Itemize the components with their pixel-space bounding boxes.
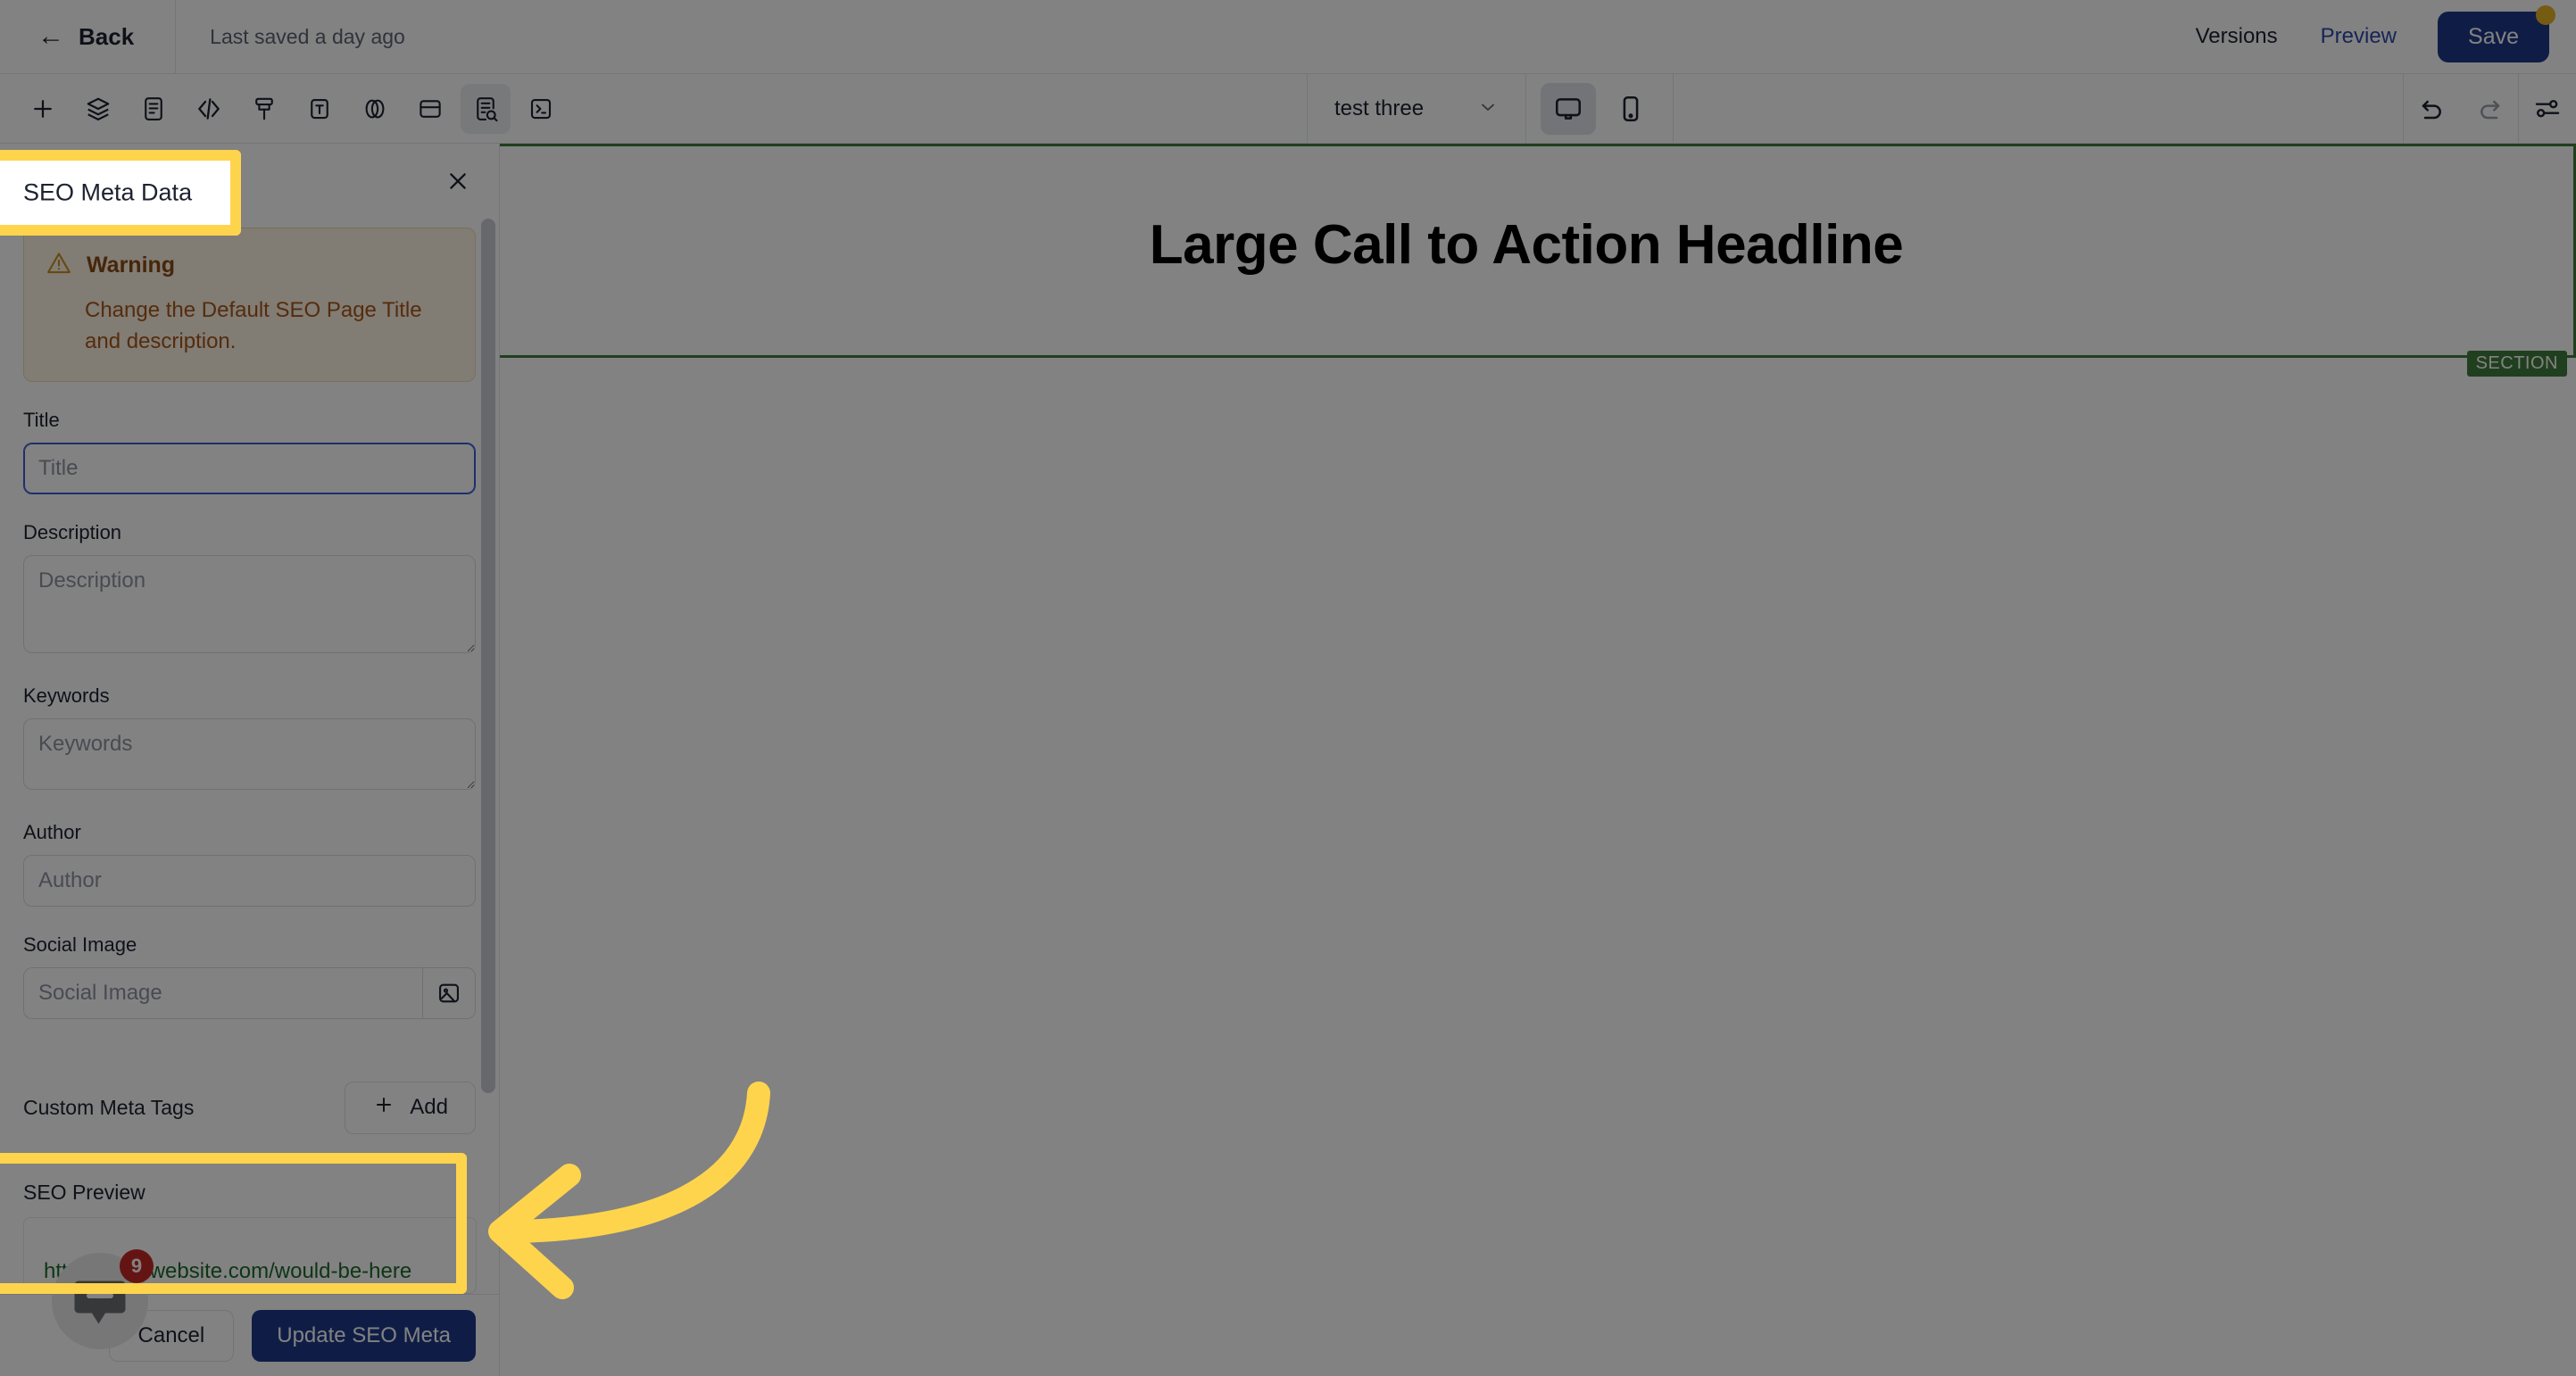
plus-icon[interactable] [18, 84, 68, 134]
warning-title: Warning [87, 253, 176, 278]
update-seo-meta-button[interactable]: Update SEO Meta [252, 1309, 476, 1362]
page-selector[interactable]: test three [1308, 74, 1525, 144]
cta-headline[interactable]: Large Call to Action Headline [500, 213, 2553, 277]
image-picker-icon[interactable] [422, 966, 476, 1019]
page-selector-label: test three [1334, 96, 1425, 120]
keywords-field-group: Keywords [23, 684, 476, 794]
author-field-label: Author [23, 820, 81, 843]
toolbar-right-group [2403, 74, 2576, 144]
color-palette-icon[interactable] [350, 84, 400, 134]
annotation-highlight-panel-title-text: SEO Meta Data [23, 178, 193, 206]
page-builder-app: ← Back Last saved a day ago Versions Pre… [0, 0, 2576, 1376]
save-button[interactable]: Save [2438, 4, 2555, 62]
redo-icon[interactable] [2461, 83, 2518, 135]
warning-triangle-icon [46, 250, 72, 281]
code-icon[interactable] [184, 84, 234, 134]
title-field-label: Title [23, 408, 60, 431]
layout-icon[interactable] [405, 84, 455, 134]
document-icon[interactable] [129, 84, 179, 134]
annotation-highlight-seo-preview [0, 1153, 467, 1294]
warning-box: Warning Change the Default SEO Page Titl… [23, 228, 476, 382]
toolbar-left-group [18, 83, 566, 134]
custom-meta-tags-row: Custom Meta Tags Add [23, 1081, 476, 1134]
section-badge: SECTION [2466, 351, 2567, 377]
last-saved-text: Last saved a day ago [210, 24, 405, 48]
layers-icon[interactable] [73, 84, 123, 134]
page-canvas[interactable]: Large Call to Action Headline SECTION [500, 144, 2576, 1376]
description-input[interactable] [23, 554, 476, 653]
keywords-input[interactable] [23, 717, 476, 790]
social-image-row [23, 966, 476, 1019]
social-image-field-group: Social Image [23, 933, 476, 1019]
versions-button[interactable]: Versions [2174, 15, 2299, 58]
annotation-highlight-panel-title: SEO Meta Data [0, 150, 241, 236]
header-actions: Versions Preview Save [2174, 4, 2576, 62]
plus-icon [372, 1093, 395, 1123]
chevron-down-icon [1477, 96, 1499, 122]
unsaved-changes-dot [2536, 4, 2555, 25]
terminal-icon[interactable] [516, 84, 566, 134]
panel-body: Warning Change the Default SEO Page Titl… [0, 219, 499, 1294]
close-icon[interactable] [440, 163, 476, 199]
keywords-field-label: Keywords [23, 684, 110, 707]
social-image-field-label: Social Image [23, 933, 137, 956]
undo-icon[interactable] [2404, 83, 2461, 135]
description-field-group: Description [23, 521, 476, 658]
social-image-input[interactable] [23, 966, 423, 1019]
desktop-icon[interactable] [1541, 83, 1597, 135]
add-meta-tag-button[interactable]: Add [345, 1081, 476, 1134]
arrow-left-icon: ← [37, 21, 64, 51]
toolbar-center-group: test three [1307, 74, 1674, 144]
warning-header: Warning [46, 250, 453, 281]
title-field-group: Title [23, 409, 476, 494]
toolbar-separator [1673, 74, 1674, 144]
seo-document-search-icon[interactable] [461, 83, 511, 134]
warning-message: Change the Default SEO Page Title and de… [85, 298, 422, 353]
text-box-icon[interactable] [295, 84, 345, 134]
selected-section-outline[interactable]: Large Call to Action Headline [500, 144, 2576, 358]
brush-icon[interactable] [239, 84, 289, 134]
preview-button[interactable]: Preview [2299, 15, 2418, 58]
device-toggle-group [1526, 83, 1673, 135]
title-input[interactable] [23, 442, 476, 494]
save-button-label: Save [2468, 23, 2519, 49]
header-divider [175, 0, 177, 74]
settings-sliders-icon[interactable] [2519, 83, 2576, 135]
add-meta-tag-label: Add [410, 1095, 448, 1120]
custom-meta-tags-label: Custom Meta Tags [23, 1095, 195, 1119]
editor-toolbar: test three [0, 74, 2576, 144]
panel-scrollbar[interactable] [481, 219, 495, 1093]
app-header: ← Back Last saved a day ago Versions Pre… [0, 0, 2576, 74]
back-button[interactable]: ← Back [29, 18, 143, 56]
description-field-label: Description [23, 520, 122, 543]
author-field-group: Author [23, 821, 476, 907]
mobile-icon[interactable] [1603, 83, 1658, 135]
author-input[interactable] [23, 854, 476, 907]
back-button-label: Back [79, 22, 135, 50]
